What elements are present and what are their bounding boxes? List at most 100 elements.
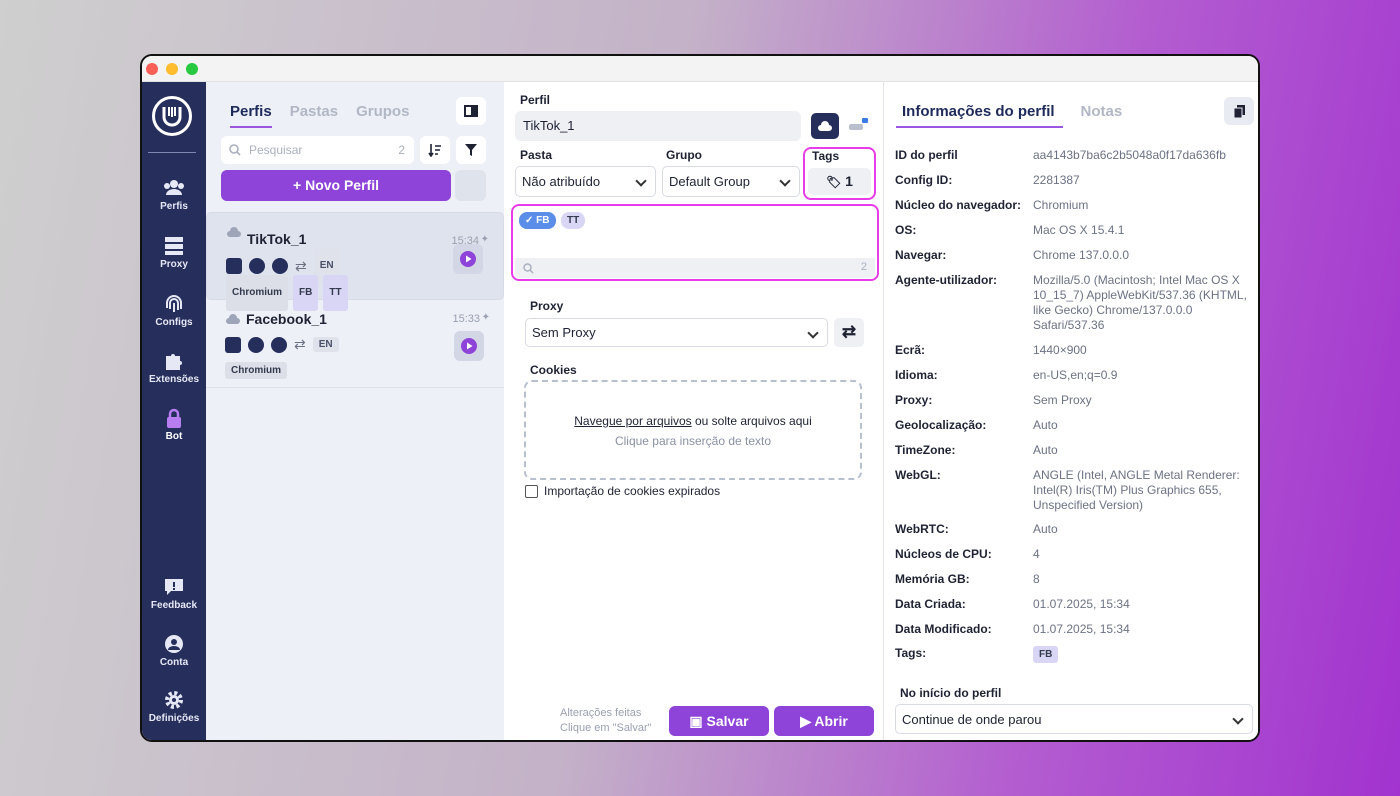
info-value: 01.07.2025, 15:34 [1033, 622, 1130, 636]
expired-cookies-checkbox[interactable] [525, 485, 538, 498]
local-storage-button[interactable] [847, 115, 871, 137]
sidebar-item-conta[interactable]: Conta [142, 634, 206, 668]
info-key: OS: [895, 223, 917, 237]
startup-select[interactable]: Continue de onde parou [895, 704, 1253, 734]
sidebar-item-label: Conta [159, 657, 189, 668]
sidebar-item-label: Perfis [160, 201, 188, 212]
gear-icon [165, 691, 183, 709]
proxy-select[interactable]: Sem Proxy [525, 318, 828, 347]
tag-search-input[interactable]: 2 [515, 258, 875, 278]
swap-icon: ⇄ [294, 336, 306, 352]
play-profile-button[interactable] [454, 331, 484, 361]
save-icon: ▣ [689, 713, 703, 729]
server-icon [165, 237, 183, 255]
info-key: Data Criada: [895, 597, 966, 611]
info-value: Sem Proxy [1033, 393, 1092, 407]
profile-name: Facebook_1 [246, 311, 327, 327]
tab-grupos[interactable]: Grupos [356, 103, 409, 128]
browse-files-link[interactable]: Navegue por arquivos [574, 414, 691, 428]
list-tabs: Perfis Pastas Grupos [230, 103, 409, 128]
proxy-label: Proxy [530, 299, 564, 313]
sidebar-item-extensoes[interactable]: Extensões [142, 351, 206, 385]
tags-count: 1 [845, 173, 853, 189]
changes-line: Clique em "Salvar" [560, 722, 652, 734]
info-key: Núcleo do navegador: [895, 198, 1022, 212]
minimize-window-button[interactable] [166, 63, 178, 75]
panel-icon [464, 105, 478, 117]
sidebar-item-label: Extensões [148, 374, 200, 385]
open-button[interactable]: ▶ Abrir [774, 706, 874, 736]
profile-form: Perfil TikTok_1 Pasta Não atribuído Grup… [504, 82, 884, 740]
group-value: Default Group [669, 174, 750, 189]
save-button[interactable]: ▣ Salvar [669, 706, 769, 736]
tags-label: Tags [812, 149, 840, 163]
maximize-window-button[interactable] [186, 63, 198, 75]
folder-value: Não atribuído [522, 174, 601, 189]
search-count: 2 [398, 143, 405, 157]
info-value: Chrome 137.0.0.0 [1033, 248, 1130, 262]
tab-notas[interactable]: Notas [1081, 103, 1123, 128]
info-value: en-US,en;q=0.9 [1033, 368, 1118, 382]
sidebar-item-feedback[interactable]: Feedback [142, 577, 206, 611]
toggle-panel-button[interactable] [456, 97, 486, 125]
info-value: Auto [1033, 443, 1058, 457]
close-window-button[interactable] [146, 63, 158, 75]
puzzle-icon [166, 354, 182, 370]
save-label: Salvar [706, 713, 749, 729]
folder-select[interactable]: Não atribuído [515, 166, 656, 197]
filter-button[interactable] [456, 136, 486, 164]
folder-label: Pasta [520, 148, 553, 162]
sidebar-item-label: Definições [148, 713, 200, 724]
play-icon: ▶ [800, 713, 811, 729]
sidebar-item-proxy[interactable]: Proxy [142, 236, 206, 270]
info-value: 4 [1033, 547, 1040, 561]
profile-name-input[interactable]: TikTok_1 [515, 111, 801, 141]
profile-list-panel: Perfis Pastas Grupos Pesquisar 2 + Novo … [206, 82, 504, 740]
cloud-storage-button[interactable] [811, 113, 839, 139]
title-bar [142, 56, 1258, 82]
swap-proxy-button[interactable]: ⇄ [834, 318, 864, 347]
tags-count-button[interactable]: 🏷 1 [808, 168, 871, 195]
play-profile-button[interactable] [453, 244, 483, 274]
profile-time: 15:33 [452, 313, 480, 325]
tab-pastas[interactable]: Pastas [290, 103, 338, 128]
extra-action-button[interactable] [455, 170, 486, 201]
profile-row[interactable]: Facebook_1 15:33 ✦ ⇄ EN Chromium [206, 300, 504, 388]
search-input[interactable]: Pesquisar 2 [221, 136, 414, 164]
new-profile-button[interactable]: + Novo Perfil [221, 170, 451, 201]
sidebar-item-definicoes[interactable]: Definições [142, 690, 206, 724]
app-logo-icon [152, 96, 192, 136]
cookies-dropzone[interactable]: Navegue por arquivos ou solte arquivos a… [524, 380, 862, 480]
drop-hint[interactable]: Clique para inserção de texto [526, 434, 860, 448]
info-key: Geolocalização: [895, 418, 987, 432]
info-value: 8 [1033, 572, 1040, 586]
tab-info[interactable]: Informações do perfil [896, 103, 1063, 128]
browser-tag: Chromium [225, 362, 287, 379]
tag-chip-selected[interactable]: ✓ FB [519, 212, 556, 229]
lock-icon [167, 408, 181, 428]
pin-icon[interactable]: ✦ [482, 312, 490, 323]
group-select[interactable]: Default Group [662, 166, 800, 197]
profile-row[interactable]: TikTok_1 15:34 ✦ ⇄ EN Chromium FB TT [206, 212, 504, 311]
copy-button[interactable] [1224, 97, 1254, 125]
globe-icon [272, 258, 288, 274]
open-label: Abrir [814, 713, 848, 729]
sidebar-item-perfis[interactable]: Perfis [142, 178, 206, 212]
info-value: ANGLE (Intel, ANGLE Metal Renderer: Inte… [1033, 468, 1240, 512]
search-icon [229, 144, 241, 156]
profile-label: Perfil [520, 93, 551, 107]
info-key: ID do perfil [895, 148, 958, 162]
cloud-icon [226, 314, 240, 324]
tag-chip[interactable]: TT [561, 212, 586, 229]
cookies-label: Cookies [530, 363, 577, 377]
tab-perfis[interactable]: Perfis [230, 103, 272, 128]
info-key: Data Modificado: [895, 622, 992, 636]
account-icon [165, 635, 183, 653]
language-badge: EN [312, 337, 339, 352]
cloud-icon [227, 227, 241, 237]
sidebar-item-bot[interactable]: Bot [142, 408, 206, 442]
info-key: WebGL: [895, 468, 941, 482]
sidebar-item-configs[interactable]: Configs [142, 294, 206, 328]
sort-button[interactable] [420, 136, 450, 164]
finder-icon [225, 336, 241, 353]
